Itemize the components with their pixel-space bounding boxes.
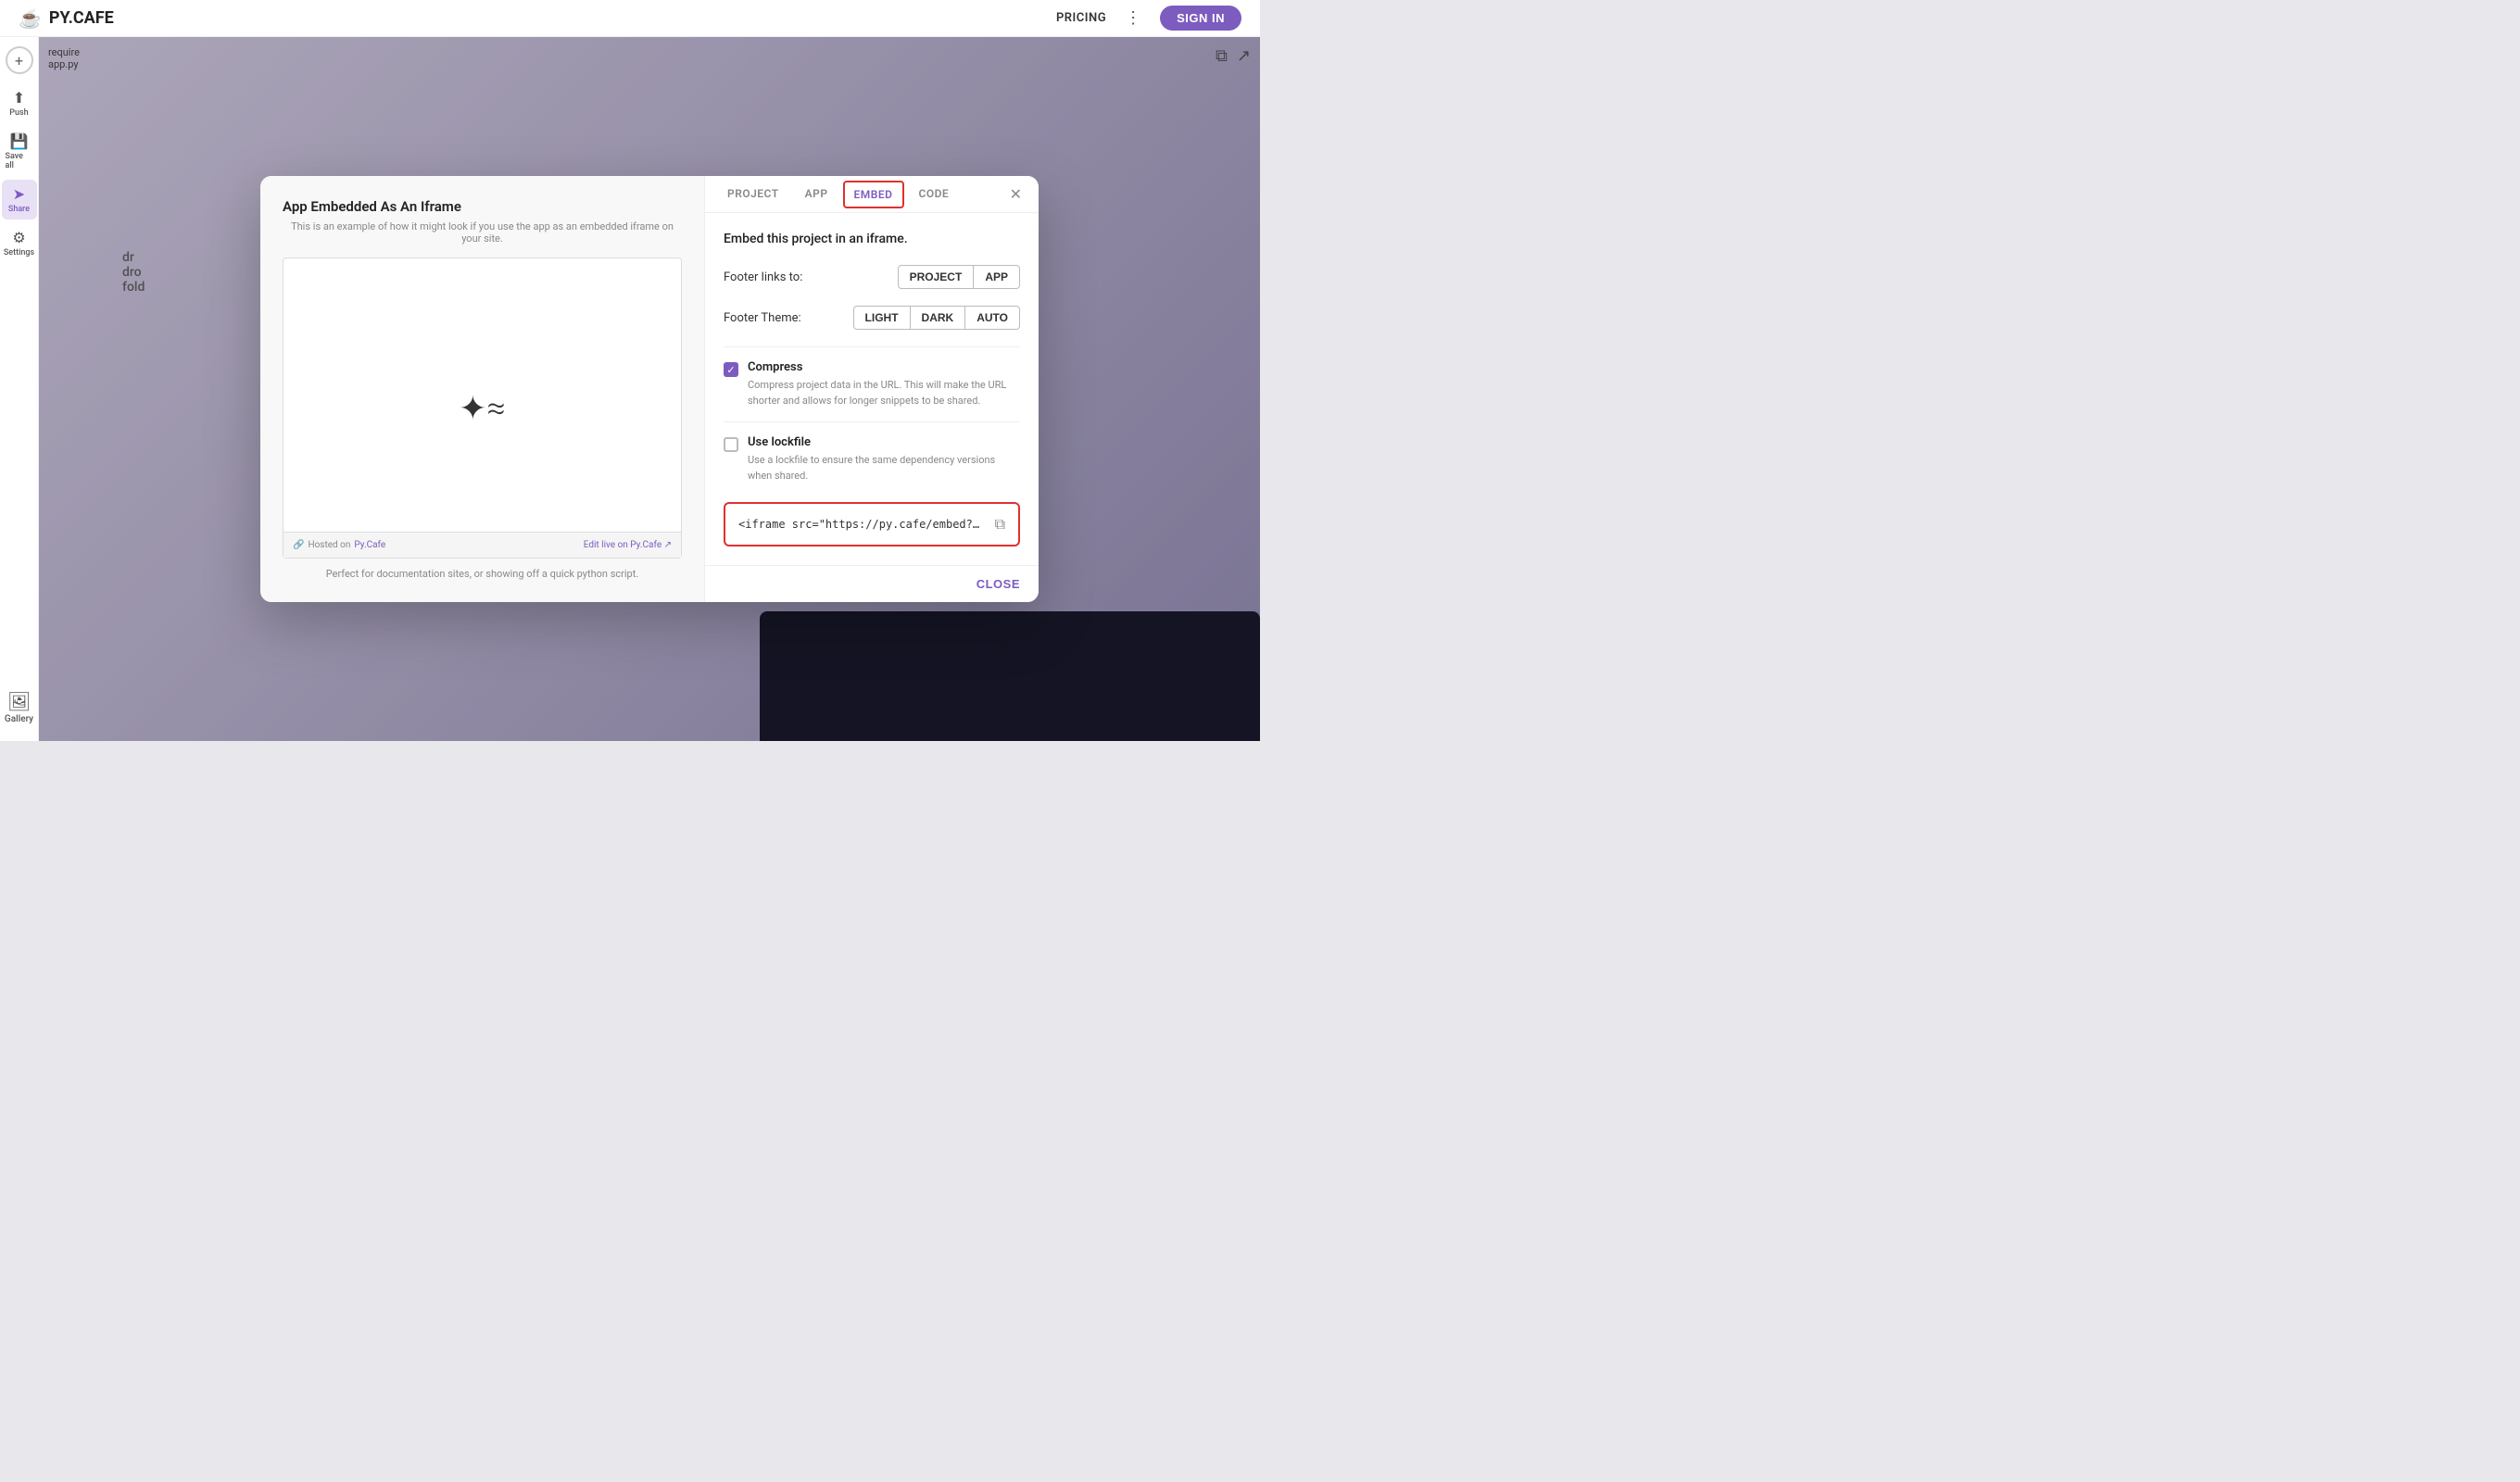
- sidebar-settings-label: Settings: [4, 248, 34, 257]
- compress-checkbox[interactable]: ✓: [724, 362, 738, 377]
- modal-left-caption: Perfect for documentation sites, or show…: [283, 568, 682, 580]
- lockfile-checkbox-wrap[interactable]: [724, 437, 738, 452]
- divider-1: [724, 346, 1020, 347]
- close-modal-button[interactable]: CLOSE: [976, 577, 1020, 591]
- content-area: require app.py ⧉ ↗ dr dro fold App Embed…: [39, 37, 1260, 741]
- sidebar: + ⬆ Push 💾 Save all ➤ Share ⚙ Settings 🖼…: [0, 37, 39, 741]
- sidebar-item-save[interactable]: 💾 Save all: [2, 127, 37, 176]
- modal-right-panel: PROJECT APP EMBED CODE ✕ Embed this proj…: [705, 176, 1039, 602]
- coffee-icon: ☕: [19, 7, 42, 30]
- link-icon: 🔗: [293, 540, 304, 550]
- sidebar-item-settings[interactable]: ⚙ Settings: [2, 223, 37, 263]
- share-modal: App Embedded As An Iframe This is an exa…: [260, 176, 1039, 602]
- modal-left-title: App Embedded As An Iframe: [283, 198, 682, 215]
- modal-left-panel: App Embedded As An Iframe This is an exa…: [260, 176, 705, 602]
- logo: ☕ PY.CAFE: [19, 7, 1056, 30]
- topbar: ☕ PY.CAFE PRICING ⋮ SIGN IN: [0, 0, 1260, 37]
- logo-text: PY.CAFE: [49, 8, 114, 28]
- main-layout: + ⬆ Push 💾 Save all ➤ Share ⚙ Settings 🖼…: [0, 37, 1260, 741]
- topbar-right: PRICING ⋮ SIGN IN: [1056, 6, 1241, 31]
- gallery-label: Gallery: [5, 714, 33, 724]
- compress-desc: Compress project data in the URL. This w…: [748, 378, 1020, 408]
- lockfile-label: Use lockfile: [748, 435, 1020, 449]
- footer-links-project-btn[interactable]: PROJECT: [898, 265, 975, 289]
- embed-title: Embed this project in an iframe.: [724, 232, 1020, 246]
- gallery-icon: 🖼: [7, 690, 31, 712]
- modal-overlay: App Embedded As An Iframe This is an exa…: [39, 37, 1260, 741]
- footer-theme-group: LIGHT DARK AUTO: [853, 306, 1020, 330]
- modal-left-subtitle: This is an example of how it might look …: [283, 220, 682, 245]
- edit-live-link[interactable]: Edit live on Py.Cafe ↗: [584, 540, 672, 550]
- sidebar-item-push[interactable]: ⬆ Push: [2, 83, 37, 123]
- sidebar-push-label: Push: [9, 108, 28, 118]
- lockfile-text-block: Use lockfile Use a lockfile to ensure th…: [748, 435, 1020, 484]
- iframe-footer: 🔗 Hosted on Py.Cafe Edit live on Py.Cafe…: [284, 532, 681, 558]
- modal-close-button[interactable]: ✕: [1002, 182, 1029, 207]
- footer-links-app-btn[interactable]: APP: [974, 265, 1020, 289]
- signin-button[interactable]: SIGN IN: [1160, 6, 1241, 31]
- theme-light-btn[interactable]: LIGHT: [853, 306, 911, 330]
- tab-embed[interactable]: EMBED: [843, 181, 904, 208]
- compress-checkbox-wrap[interactable]: ✓: [724, 362, 738, 377]
- tab-code[interactable]: CODE: [906, 176, 963, 213]
- lockfile-row: Use lockfile Use a lockfile to ensure th…: [724, 435, 1020, 484]
- footer-links-label: Footer links to:: [724, 270, 898, 284]
- sidebar-add-button[interactable]: +: [6, 46, 33, 74]
- preview-sparkle-icon: ✦≈: [459, 389, 505, 428]
- copy-code-icon[interactable]: ⧉: [995, 515, 1005, 534]
- hosted-on-text: Hosted on: [308, 540, 350, 550]
- sidebar-save-label: Save all: [6, 152, 33, 170]
- settings-icon: ⚙: [12, 229, 25, 246]
- iframe-preview: ✦≈ 🔗 Hosted on Py.Cafe Edit live on Py.C…: [283, 257, 682, 559]
- modal-footer: CLOSE: [705, 565, 1039, 602]
- embed-code-box: <iframe src="https://py.cafe/embed?appty…: [724, 502, 1020, 546]
- compress-label: Compress: [748, 360, 1020, 374]
- lockfile-checkbox[interactable]: [724, 437, 738, 452]
- tab-project[interactable]: PROJECT: [714, 176, 792, 213]
- sidebar-item-share[interactable]: ➤ Share: [2, 180, 37, 220]
- pycafe-link[interactable]: Py.Cafe: [354, 540, 385, 550]
- footer-theme-row: Footer Theme: LIGHT DARK AUTO: [724, 306, 1020, 330]
- save-icon: 💾: [10, 132, 29, 150]
- footer-theme-label: Footer Theme:: [724, 311, 853, 325]
- more-menu-icon[interactable]: ⋮: [1125, 8, 1141, 28]
- tab-bar: PROJECT APP EMBED CODE ✕: [705, 176, 1039, 213]
- embed-code-text: <iframe src="https://py.cafe/embed?appty…: [738, 518, 986, 531]
- compress-row: ✓ Compress Compress project data in the …: [724, 360, 1020, 408]
- compress-text-block: Compress Compress project data in the UR…: [748, 360, 1020, 408]
- divider-2: [724, 421, 1020, 422]
- pricing-link[interactable]: PRICING: [1056, 11, 1106, 25]
- share-icon: ➤: [13, 185, 25, 203]
- upload-icon: ⬆: [13, 89, 25, 107]
- checkmark-icon: ✓: [726, 364, 735, 376]
- lockfile-desc: Use a lockfile to ensure the same depend…: [748, 453, 1020, 484]
- sidebar-share-label: Share: [8, 205, 30, 214]
- footer-links-group: PROJECT APP: [898, 265, 1020, 289]
- tab-app[interactable]: APP: [792, 176, 841, 213]
- sidebar-item-gallery[interactable]: 🖼 Gallery: [0, 683, 38, 732]
- theme-auto-btn[interactable]: AUTO: [965, 306, 1020, 330]
- modal-right-content: Embed this project in an iframe. Footer …: [705, 213, 1039, 565]
- iframe-footer-left: 🔗 Hosted on Py.Cafe: [293, 540, 385, 550]
- footer-links-row: Footer links to: PROJECT APP: [724, 265, 1020, 289]
- theme-dark-btn[interactable]: DARK: [911, 306, 966, 330]
